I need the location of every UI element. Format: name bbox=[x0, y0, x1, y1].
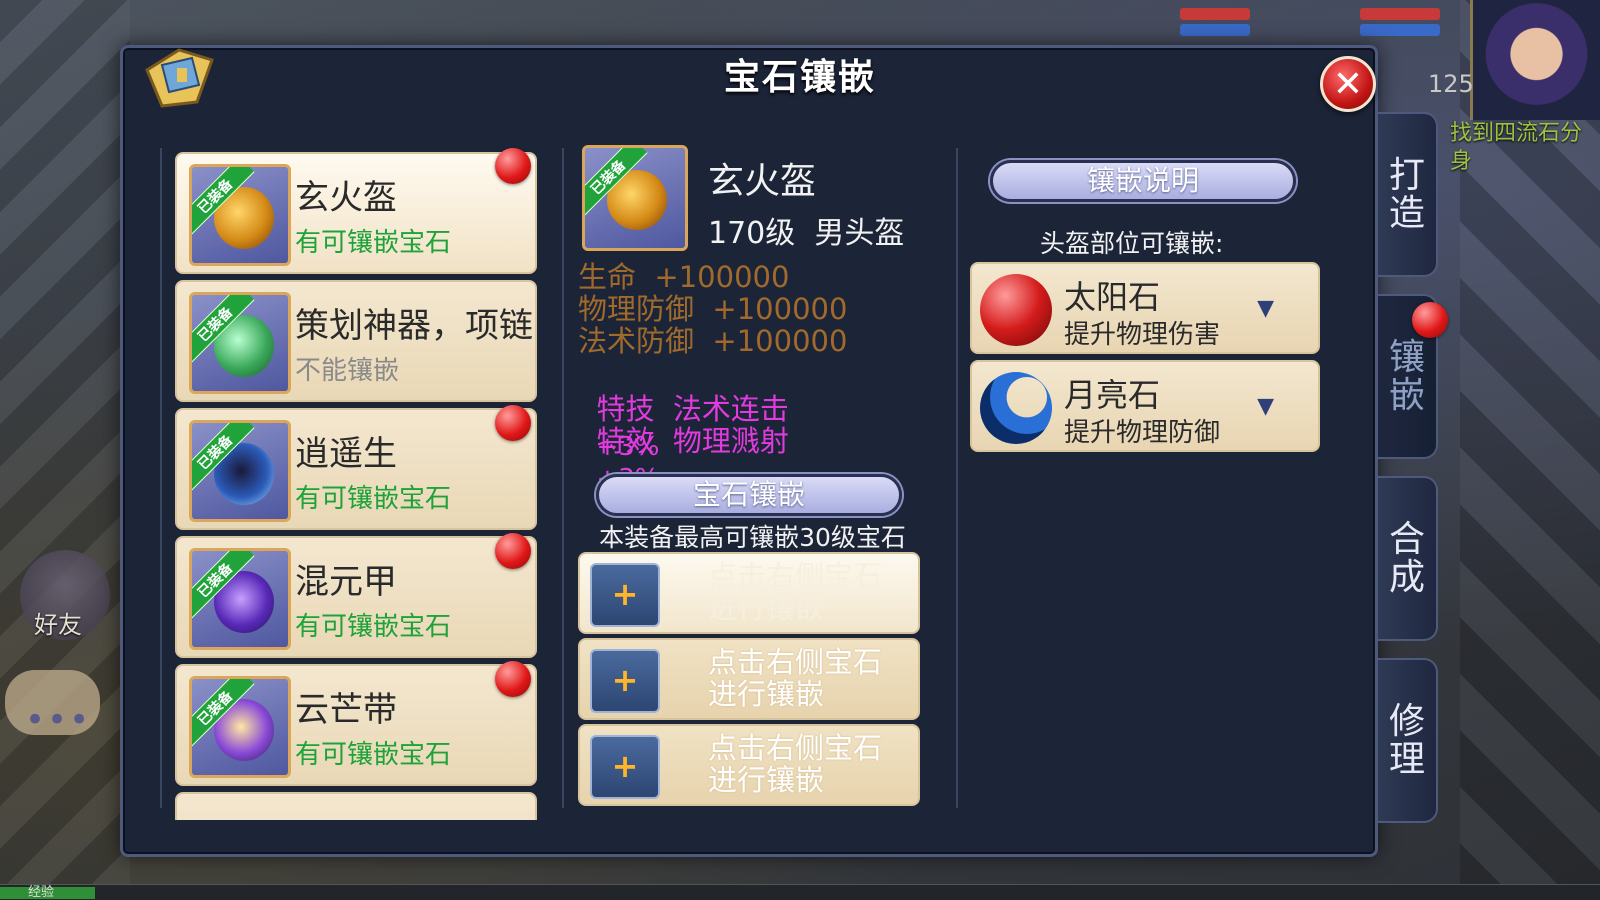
notification-dot bbox=[495, 661, 531, 697]
notification-dot bbox=[495, 405, 531, 441]
gem-desc: 提升物理防御 bbox=[1064, 418, 1221, 448]
guide-section-header: 镶嵌说明 bbox=[990, 160, 1296, 202]
item-status: 有可镶嵌宝石 bbox=[295, 484, 452, 514]
friend-label: 好友 bbox=[34, 611, 82, 639]
slot-hint: 点击右侧宝石进行镶嵌 bbox=[708, 559, 883, 625]
add-gem-icon[interactable]: + bbox=[590, 563, 660, 627]
close-button[interactable]: ✕ bbox=[1320, 56, 1376, 112]
notification-dot bbox=[495, 533, 531, 569]
list-item[interactable]: 已装备 逍遥生 有可镶嵌宝石 bbox=[175, 408, 537, 530]
detail-divider bbox=[956, 148, 958, 808]
armor-icon: 已装备 bbox=[189, 548, 291, 650]
slot-hint: 点击右侧宝石进行镶嵌 bbox=[708, 645, 883, 711]
inlay-section-header: 宝石镶嵌 bbox=[596, 474, 902, 516]
item-name: 策划神器，项链 bbox=[295, 306, 533, 346]
tab-compose[interactable]: 合成 bbox=[1378, 476, 1438, 641]
dropdown-arrow-icon[interactable]: ▼ bbox=[1257, 296, 1274, 321]
gem-card-moon[interactable]: 月亮石 提升物理防御 ▼ bbox=[970, 360, 1320, 452]
slot-hint-text: 头盔部位可镶嵌: bbox=[1040, 229, 1224, 258]
gem-name: 月亮石 bbox=[1064, 376, 1161, 414]
equipment-list[interactable]: 已装备 玄火盔 有可镶嵌宝石 已装备 策划神器，项链 不能镶嵌 已装备 逍遥生 … bbox=[175, 152, 540, 820]
list-divider-left bbox=[160, 148, 162, 808]
tab-label: 镶嵌 bbox=[1388, 336, 1425, 416]
tab-label: 合成 bbox=[1388, 518, 1425, 598]
item-status: 有可镶嵌宝石 bbox=[295, 740, 452, 770]
chat-icon: ••• bbox=[25, 700, 92, 740]
exp-bar bbox=[0, 884, 1600, 900]
detail-meta: 170级 男头盔 bbox=[708, 216, 905, 251]
helmet-icon: 已装备 bbox=[189, 164, 291, 266]
item-status: 不能镶嵌 bbox=[295, 356, 400, 386]
list-item[interactable]: 已装备 策划神器，项链 不能镶嵌 bbox=[175, 280, 537, 402]
list-item[interactable]: 已装备 玄火盔 有可镶嵌宝石 bbox=[175, 152, 537, 274]
gem-card-sun[interactable]: 太阳石 提升物理伤害 ▼ bbox=[970, 262, 1320, 354]
item-status: 有可镶嵌宝石 bbox=[295, 228, 452, 258]
list-divider-right bbox=[562, 148, 564, 808]
moon-stone-icon bbox=[980, 372, 1052, 444]
list-item[interactable]: 已装备 混元甲 有可镶嵌宝石 bbox=[175, 536, 537, 658]
necklace-icon: 已装备 bbox=[189, 292, 291, 394]
weapon-icon: 已装备 bbox=[189, 420, 291, 522]
special-effect-label: 特效 物理溅射 bbox=[596, 424, 789, 458]
gem-desc: 提升物理伤害 bbox=[1064, 320, 1221, 350]
notification-dot bbox=[1412, 302, 1448, 338]
tab-repair[interactable]: 修理 bbox=[1378, 658, 1438, 823]
gem-slot[interactable]: + 点击右侧宝石进行镶嵌 bbox=[578, 724, 920, 806]
list-item[interactable]: 已装备 云芒带 有可镶嵌宝石 bbox=[175, 664, 537, 786]
belt-icon: 已装备 bbox=[189, 676, 291, 778]
list-item-partial[interactable] bbox=[175, 792, 537, 820]
gem-slot[interactable]: + 点击右侧宝石进行镶嵌 bbox=[578, 552, 920, 634]
item-status: 有可镶嵌宝石 bbox=[295, 612, 452, 642]
tab-forge[interactable]: 打造 bbox=[1378, 112, 1438, 277]
selected-helmet-icon: 已装备 bbox=[582, 145, 688, 251]
add-gem-icon[interactable]: + bbox=[590, 735, 660, 799]
tab-label: 打造 bbox=[1388, 154, 1425, 234]
sun-stone-icon bbox=[980, 274, 1052, 346]
gem-name: 太阳石 bbox=[1064, 278, 1161, 316]
add-gem-icon[interactable]: + bbox=[590, 649, 660, 713]
notification-dot bbox=[495, 148, 531, 184]
exp-label: 经验 bbox=[28, 885, 55, 900]
dropdown-arrow-icon[interactable]: ▼ bbox=[1257, 394, 1274, 419]
tab-label: 修理 bbox=[1388, 700, 1425, 780]
gem-slot[interactable]: + 点击右侧宝石进行镶嵌 bbox=[578, 638, 920, 720]
max-level-note: 本装备最高可镶嵌30级宝石 bbox=[599, 523, 906, 552]
slot-hint: 点击右侧宝石进行镶嵌 bbox=[708, 731, 883, 797]
detail-name: 玄火盔 bbox=[708, 161, 817, 202]
quest-tracker-text[interactable]: 找到四流石分身 bbox=[1450, 120, 1600, 176]
